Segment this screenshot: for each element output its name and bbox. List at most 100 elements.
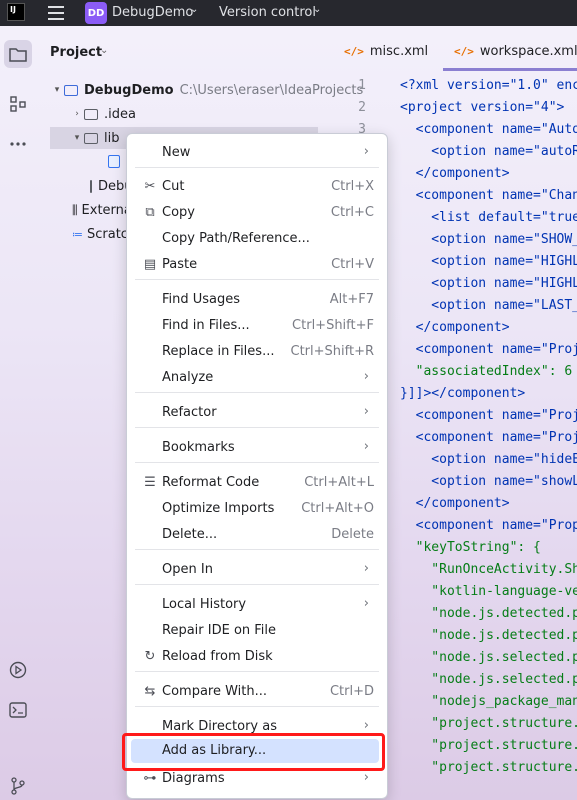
menu-item-label: New xyxy=(162,145,191,160)
menu-separator xyxy=(135,671,379,672)
menu-item-label: Mark Directory as xyxy=(162,719,277,734)
menu-item-label: Open In xyxy=(162,562,213,577)
tree-item-idea[interactable]: › .idea xyxy=(70,103,136,125)
chevron-down-icon[interactable]: ⌄ xyxy=(313,4,321,15)
menu-item-replace-in-files[interactable]: Replace in Files... Ctrl+Shift+R xyxy=(127,340,387,364)
code-line: </component> xyxy=(400,320,510,335)
menu-separator xyxy=(135,549,379,550)
tab-label: workspace.xml xyxy=(479,44,577,59)
chevron-right-icon: › xyxy=(363,561,369,576)
tab-misc-xml[interactable]: </> misc.xml xyxy=(344,44,428,59)
menu-item-find-in-files[interactable]: Find in Files... Ctrl+Shift+F xyxy=(127,314,387,338)
menu-item-reload-from-disk[interactable]: ↻ Reload from Disk xyxy=(127,645,387,669)
code-line: <component name="AutoImportSettings"> xyxy=(415,122,577,137)
tool-window-strip xyxy=(0,26,36,800)
tree-item-scratches[interactable]: ≔ Scratches and Consoles xyxy=(72,223,126,245)
menu-item-label: Paste xyxy=(162,257,198,272)
code-line: "nodejs_package_manager_path" xyxy=(431,694,577,709)
more-tools-icon[interactable] xyxy=(4,130,32,158)
copy-icon: ⧉ xyxy=(145,205,155,220)
structure-tool-button[interactable] xyxy=(4,90,32,118)
chevron-right-icon: › xyxy=(363,770,369,785)
tree-item-iml[interactable]: DebugDemo.iml xyxy=(90,175,126,197)
menu-separator xyxy=(135,427,379,428)
code-line: <option name="showLibraryContents" xyxy=(431,474,577,489)
menu-item-shortcut: Ctrl+Alt+O xyxy=(301,501,374,516)
menu-item-shortcut: Ctrl+Shift+R xyxy=(290,344,375,359)
menu-item-new[interactable]: New › xyxy=(127,141,387,165)
jar-file-icon xyxy=(108,154,120,168)
project-tool-button[interactable] xyxy=(4,40,32,68)
code-line: </component> xyxy=(400,166,510,181)
chevron-right-icon: › xyxy=(363,718,369,733)
project-switcher[interactable]: DebugDemo xyxy=(112,5,193,20)
reformat-icon: ☰ xyxy=(144,475,156,490)
chevron-down-icon[interactable]: ▾ xyxy=(70,133,84,143)
folder-icon xyxy=(84,108,98,120)
menu-item-local-history[interactable]: Local History › xyxy=(127,593,387,617)
module-file-icon xyxy=(90,179,92,193)
editor-tabs: </> misc.xml </> workspace.xml xyxy=(336,40,577,70)
project-badge[interactable]: DD xyxy=(85,2,107,24)
menu-item-reformat-code[interactable]: ☰ Reformat Code Ctrl+Alt+L xyxy=(127,471,387,495)
menu-item-label: Repair IDE on File xyxy=(162,623,277,638)
menu-item-paste[interactable]: ▤ Paste Ctrl+V xyxy=(127,253,387,277)
menu-item-compare-with[interactable]: ⇆ Compare With... Ctrl+D xyxy=(127,680,387,704)
menu-item-open-in[interactable]: Open In › xyxy=(127,558,387,582)
menu-separator xyxy=(135,706,379,707)
tree-item-label: External Libraries xyxy=(81,202,126,218)
menu-separator xyxy=(135,392,379,393)
project-panel-title[interactable]: Project xyxy=(50,45,102,60)
menu-item-label: Local History xyxy=(162,597,247,612)
code-line: "kotlin-language-version-configured" xyxy=(431,584,577,599)
menu-item-copy-path-reference[interactable]: Copy Path/Reference... xyxy=(127,227,387,251)
menu-item-copy[interactable]: ⧉ Copy Ctrl+C xyxy=(127,201,387,225)
main-menu-icon[interactable] xyxy=(48,6,64,20)
menu-item-shortcut: Alt+F7 xyxy=(329,292,374,307)
menu-item-shortcut: Delete xyxy=(331,527,374,542)
chevron-down-icon[interactable]: ▾ xyxy=(50,85,64,95)
tree-item-debugdemo[interactable]: ▾ DebugDemo C:\Users\eraser\IdeaProjects xyxy=(50,79,364,101)
git-branch-icon xyxy=(11,777,25,795)
menu-item-label: Optimize Imports xyxy=(162,501,275,516)
code-line: <option name="LAST_RESOLUTION" xyxy=(431,298,577,313)
chevron-right-icon[interactable]: › xyxy=(70,109,84,119)
code-line: <component name="ProjectColorInfo"> xyxy=(415,342,577,357)
code-line: "keyToString": { xyxy=(400,540,541,555)
code-line: <option name="HIGHLIGHT_CONFLICTS" xyxy=(431,254,577,269)
menu-item-find-usages[interactable]: Find Usages Alt+F7 xyxy=(127,288,387,312)
menu-item-cut[interactable]: ✂ Cut Ctrl+X xyxy=(127,175,387,199)
code-line: "node.js.selected.package.tslint" xyxy=(431,672,577,687)
git-tool-button[interactable] xyxy=(4,772,32,800)
version-control-widget[interactable]: Version control xyxy=(219,5,316,20)
more-icon xyxy=(10,142,26,146)
code-line: <option name="autoReloadType" xyxy=(431,144,577,159)
menu-item-label: Replace in Files... xyxy=(162,344,275,359)
code-line: "node.js.detected.package.eslint" xyxy=(431,606,577,621)
tree-item-external-libraries[interactable]: ⫼ External Libraries xyxy=(72,199,126,221)
highlight-annotation-box xyxy=(122,733,385,771)
title-bar: IJ DD DebugDemo ⌄ Version control ⌄ xyxy=(0,0,577,26)
menu-item-analyze[interactable]: Analyze › xyxy=(127,366,387,390)
tab-workspace-xml[interactable]: </> workspace.xml xyxy=(454,44,577,59)
scratches-icon: ≔ xyxy=(72,227,83,241)
menu-item-label: Compare With... xyxy=(162,684,268,699)
run-tool-button[interactable] xyxy=(4,656,32,684)
menu-item-refactor[interactable]: Refactor › xyxy=(127,401,387,425)
compare-icon: ⇆ xyxy=(144,684,156,699)
chevron-right-icon: › xyxy=(363,404,369,419)
code-line: <component name="ProjectViewState"> xyxy=(415,430,577,445)
tree-item-jar[interactable] xyxy=(108,150,126,172)
menu-item-label: Cut xyxy=(162,179,185,194)
chevron-down-icon[interactable]: ⌄ xyxy=(100,45,108,56)
menu-item-repair-ide-on-file[interactable]: Repair IDE on File xyxy=(127,619,387,643)
terminal-tool-button[interactable] xyxy=(4,696,32,724)
code-line: <project version="4"> xyxy=(400,100,565,115)
chevron-down-icon[interactable]: ⌄ xyxy=(190,4,198,15)
menu-item-bookmarks[interactable]: Bookmarks › xyxy=(127,436,387,460)
menu-item-delete[interactable]: Delete... Delete xyxy=(127,523,387,547)
tree-item-label: lib xyxy=(104,130,120,146)
terminal-icon xyxy=(9,702,27,718)
code-line: "project.structure.last.edited" xyxy=(431,716,577,731)
menu-item-optimize-imports[interactable]: Optimize Imports Ctrl+Alt+O xyxy=(127,497,387,521)
